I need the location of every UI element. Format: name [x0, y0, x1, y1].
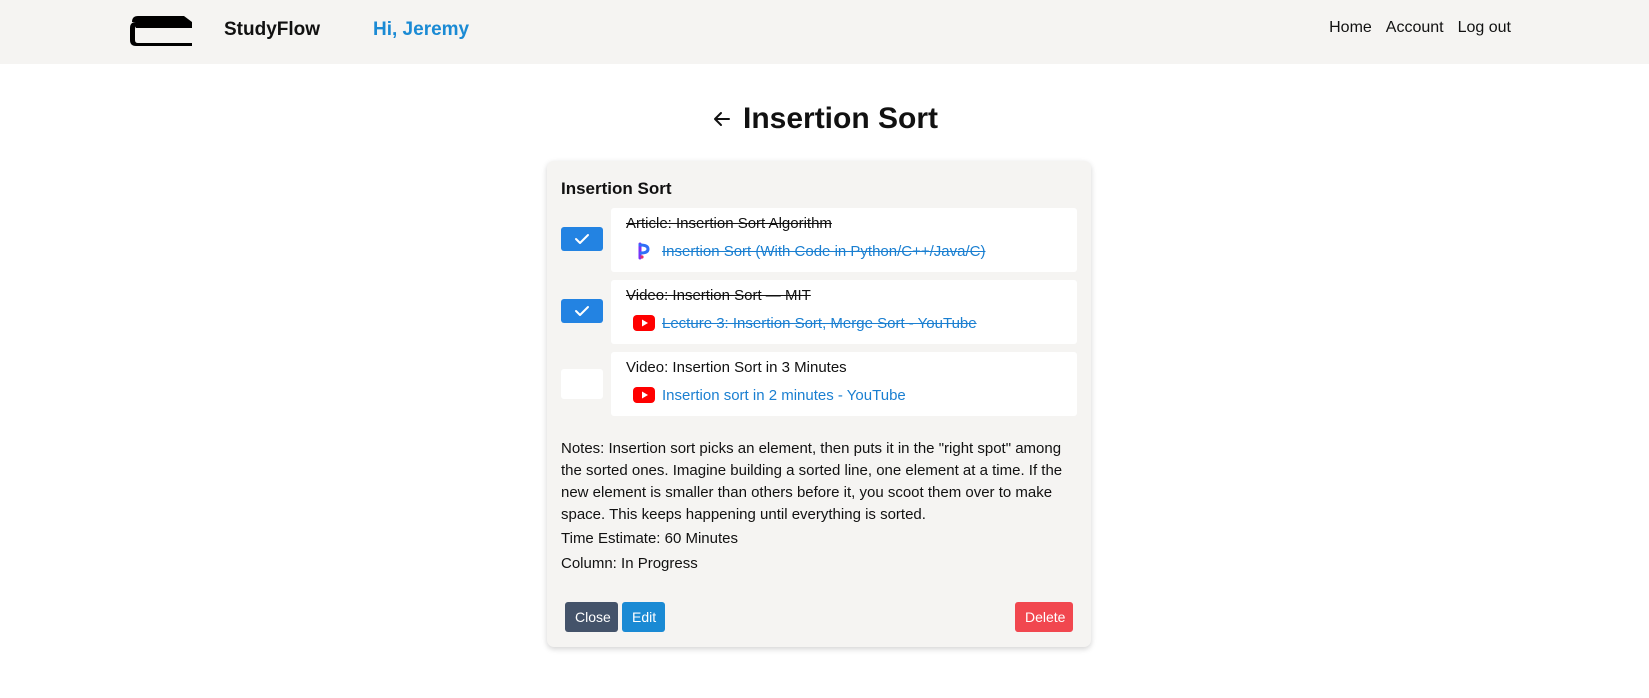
main-nav: Home Account Log out	[1329, 19, 1511, 37]
topic-notes: Notes: Insertion sort picks an element, …	[561, 440, 1063, 523]
task-checkbox[interactable]	[561, 369, 603, 399]
task-checkbox[interactable]	[561, 299, 603, 323]
task-checkbox[interactable]	[561, 227, 603, 251]
resource-link[interactable]: Lecture 3: Insertion Sort, Merge Sort - …	[662, 315, 977, 332]
page-title: Insertion Sort	[742, 102, 938, 135]
user-greeting: Hi, Jeremy	[373, 19, 470, 40]
task-row: Video: Insertion Sort in 3 Minutes Inser…	[561, 352, 1077, 416]
youtube-icon	[633, 314, 655, 332]
book-logo-icon[interactable]	[126, 12, 196, 50]
task-name: Article: Insertion Sort Algorithm	[626, 215, 832, 232]
task-name: Video: Insertion Sort — MIT	[626, 287, 811, 304]
topic-detail-card: Insertion Sort Article: Insertion Sort A…	[547, 161, 1091, 647]
task-row: Video: Insertion Sort — MIT Lecture 3: I…	[561, 280, 1077, 344]
brand-name[interactable]: StudyFlow	[224, 19, 320, 41]
checkmark-icon	[575, 306, 589, 316]
resource-link[interactable]: Insertion sort in 2 minutes - YouTube	[662, 387, 906, 404]
resource-link[interactable]: Insertion Sort (With Code in Python/C++/…	[662, 243, 985, 260]
youtube-icon	[633, 386, 655, 404]
task-card: Video: Insertion Sort in 3 Minutes Inser…	[611, 352, 1077, 416]
nav-home-link[interactable]: Home	[1329, 19, 1372, 37]
close-button[interactable]: Close	[565, 602, 618, 632]
delete-button[interactable]: Delete	[1015, 602, 1073, 632]
checkmark-icon	[575, 234, 589, 244]
task-card: Article: Insertion Sort Algorithm Insert…	[611, 208, 1077, 272]
programiz-icon	[633, 242, 655, 260]
time-estimate: Time Estimate: 60 Minutes	[561, 530, 739, 547]
top-navbar: StudyFlow Hi, Jeremy Home Account Log ou…	[0, 0, 1649, 64]
task-card: Video: Insertion Sort — MIT Lecture 3: I…	[611, 280, 1077, 344]
nav-logout-link[interactable]: Log out	[1458, 19, 1511, 37]
task-row: Article: Insertion Sort Algorithm Insert…	[561, 208, 1077, 272]
column-status: Column: In Progress	[561, 555, 698, 572]
edit-button[interactable]: Edit	[622, 602, 665, 632]
nav-account-link[interactable]: Account	[1386, 19, 1444, 37]
task-name: Video: Insertion Sort in 3 Minutes	[626, 359, 847, 376]
card-title: Insertion Sort	[561, 179, 672, 198]
back-arrow-icon[interactable]	[711, 108, 733, 130]
page-header: Insertion Sort	[0, 102, 1649, 136]
